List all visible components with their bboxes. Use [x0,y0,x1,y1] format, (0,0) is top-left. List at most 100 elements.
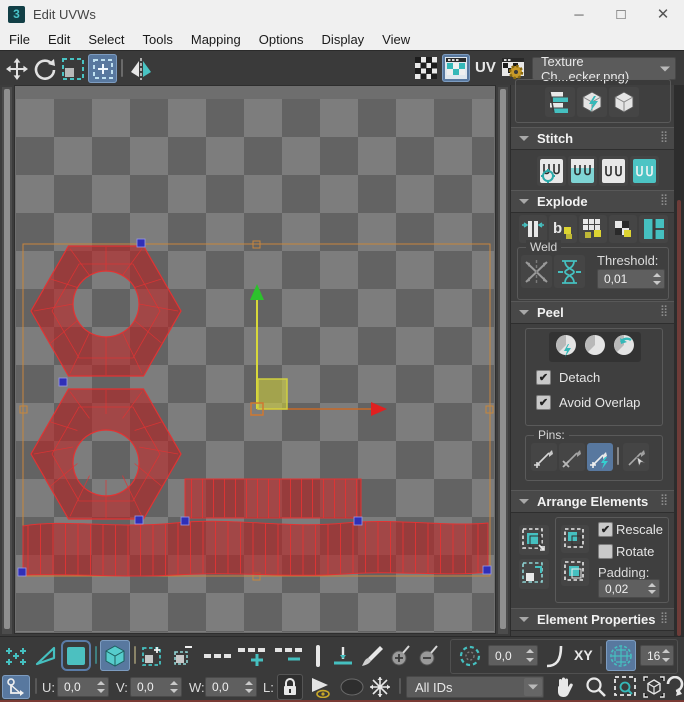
zoom-to-selected-icon[interactable] [665,674,684,700]
viewport-vscrollbar-thumb[interactable] [500,89,506,629]
padding-spinner[interactable] [646,582,657,595]
detach-edge-verts-icon[interactable] [639,215,668,243]
element-toggle-icon[interactable] [100,640,130,671]
grid-size-spinner[interactable] [660,648,671,663]
convert-to-element-icon[interactable] [609,87,639,117]
rotate-tool-icon[interactable] [31,55,58,82]
rollout-header-arrange[interactable]: Arrange Elements ⣿ [511,490,675,513]
vertex-mode-icon[interactable] [3,642,30,670]
rollout-header-peel[interactable]: Peel ⣿ [511,301,675,324]
avoid-overlap-checkbox[interactable] [536,395,551,410]
dropdown-arrow-button[interactable] [524,678,542,696]
v-spinner[interactable] [168,680,179,694]
hide-unselected-icon[interactable] [306,675,334,699]
minimize-button[interactable]: ─ [558,0,600,28]
stitch-custom-icon[interactable] [537,156,566,186]
falloff-space-xy-button[interactable]: XY [574,647,593,663]
weld-selected-icon[interactable] [521,255,552,288]
lock-selection-icon[interactable] [277,674,303,700]
grid-snap-icon[interactable] [606,640,636,671]
uv-viewport[interactable] [14,85,496,634]
grow-selection-icon[interactable] [139,642,167,670]
uv-island-hex-top[interactable] [30,245,182,377]
grid-size-field[interactable]: 16 [640,645,674,666]
break-by-material-icon[interactable]: b [549,215,577,243]
uv-coords-button[interactable]: UV [475,59,496,76]
maximize-button[interactable]: □ [600,0,642,28]
rollout-header-explode[interactable]: Explode ⣿ [511,190,675,213]
texture-options-icon[interactable] [499,55,527,82]
menu-mapping[interactable]: Mapping [182,32,250,47]
threshold-field[interactable]: 0,01 [597,269,665,289]
target-weld-icon[interactable] [554,255,585,288]
shrink-edge-loop-icon[interactable] [273,642,307,670]
zoom-region-icon[interactable] [612,674,640,700]
select-edge-loop-icon[interactable] [202,642,234,670]
move-tool-icon[interactable] [3,55,30,82]
transform-gizmo[interactable] [250,284,387,416]
uv-island-strip-long[interactable] [22,520,489,577]
auto-pin-icon[interactable] [587,443,613,471]
zoom-extents-icon[interactable] [641,674,667,700]
polygon-mode-icon[interactable] [61,640,91,671]
menu-file[interactable]: File [0,32,39,47]
menu-view[interactable]: View [373,32,419,47]
soft-selection-falloff-field[interactable]: 0,0 [488,645,538,666]
zoom-icon[interactable] [582,674,610,700]
viewport-vscrollbar-track[interactable] [498,87,508,634]
quick-peel-button-icon[interactable] [553,332,579,363]
left-scrollbar-track[interactable] [2,87,12,634]
paint-select-add-icon[interactable] [388,642,414,670]
quick-planar-map-icon[interactable] [545,87,575,117]
edge-mode-icon[interactable] [32,642,59,670]
absolute-mode-icon[interactable] [2,675,30,699]
reset-peel-icon[interactable] [611,332,637,363]
uv-island-strip-middle[interactable] [184,478,362,519]
falloff-spinner[interactable] [524,648,535,663]
filter-faces-icon[interactable] [338,675,366,699]
stitch-to-source-icon[interactable] [630,156,659,186]
pan-icon[interactable] [550,674,578,700]
menu-select[interactable]: Select [79,32,133,47]
menu-tools[interactable]: Tools [134,32,182,47]
flatten-by-smoothing-icon[interactable] [519,215,547,243]
menu-display[interactable]: Display [313,32,374,47]
close-button[interactable]: ✕ [642,0,684,28]
detach-checkbox[interactable] [536,370,551,385]
falloff-curve-icon[interactable] [543,641,571,671]
panel-scrollbar-thumb[interactable] [677,200,681,636]
w-field[interactable]: 0,0 [205,677,257,697]
threshold-spinner[interactable] [651,272,662,286]
mirror-tool-icon[interactable] [126,55,156,82]
rollout-header-stitch[interactable]: Stitch ⣿ [511,127,675,150]
uv-island-hex-bottom[interactable] [30,388,182,520]
u-spinner[interactable] [95,680,106,694]
show-checker-icon[interactable] [413,55,439,81]
quick-peel-icon[interactable] [577,87,607,117]
w-spinner[interactable] [243,680,254,694]
pack-normalize-icon[interactable] [519,525,549,555]
pack-together-icon[interactable] [519,559,549,589]
stitch-to-target-icon[interactable] [568,156,597,186]
show-map-icon[interactable] [442,54,470,82]
break-by-element-icon[interactable] [609,215,637,243]
scale-tool-icon[interactable] [59,55,86,82]
soft-selection-icon[interactable] [456,642,484,670]
menu-edit[interactable]: Edit [39,32,79,47]
stitch-to-average-icon[interactable] [599,156,628,186]
shrink-selection-icon[interactable] [169,642,197,670]
texture-list-dropdown[interactable]: Texture Ch...ecker.png) [532,54,676,84]
freeform-tool-icon[interactable] [88,54,117,83]
left-scrollbar-thumb[interactable] [4,89,10,629]
freeze-selected-icon[interactable] [366,674,394,700]
pin-selected-icon[interactable] [531,443,557,471]
rotate-checkbox[interactable] [598,544,613,559]
break-by-face-icon[interactable] [579,215,607,243]
grow-edge-loop-icon[interactable] [236,642,270,670]
pack-custom-icon[interactable] [561,525,589,553]
menu-options[interactable]: Options [250,32,313,47]
rescale-elements-icon[interactable] [561,558,589,586]
unpin-selected-icon[interactable] [559,443,585,471]
rescale-checkbox[interactable] [598,522,613,537]
paint-select-subtract-icon[interactable] [416,642,442,670]
